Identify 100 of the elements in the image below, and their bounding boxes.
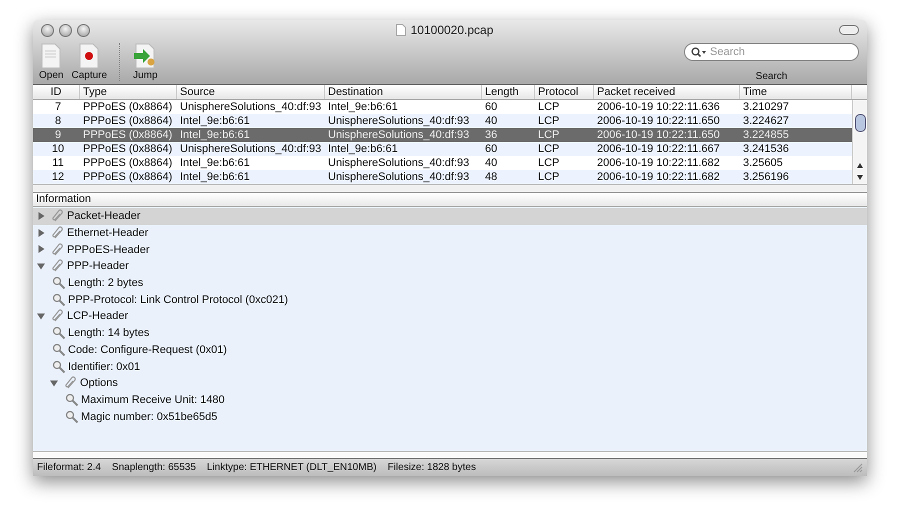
magnifier-icon <box>65 392 79 407</box>
magnifier-icon <box>52 326 66 340</box>
tree-item-label: PPP-Protocol: Link Control Protocol (0xc021) <box>68 294 288 306</box>
paperclip-icon <box>51 209 65 224</box>
column-header[interactable]: Time <box>740 85 852 99</box>
tree-row[interactable]: LCP-Header <box>33 308 867 325</box>
table-cell-text: UnisphereSolutions_40:df:93 <box>179 100 322 114</box>
toolbar-button[interactable]: Open <box>39 43 64 81</box>
paperclip-icon <box>51 309 65 324</box>
document-icon <box>39 43 64 69</box>
table-cell-text: Intel_9e:b6:61 <box>179 114 251 128</box>
table-cell-text: 3.241536 <box>742 142 790 156</box>
table-row[interactable]: 12 PPPoES (0x8864) Intel_9e:b6:61 UnisphereSolutions_40:df:93 48 LCP 2006-10-19 10:22:11.682 3.256196 <box>33 170 852 184</box>
status-text: Linktype: ETHERNET (DLT_EN10MB) <box>206 462 377 473</box>
paperclip-icon <box>51 242 65 257</box>
search-icon <box>691 47 707 57</box>
table-cell-text: 2006-10-19 10:22:11.682 <box>596 170 721 184</box>
tree-row[interactable]: Ethernet-Header <box>33 224 867 242</box>
table-cell-text: 60 <box>484 100 498 114</box>
table-cell-text: UnisphereSolutions_40:df:93 <box>179 142 322 156</box>
column-header[interactable]: Length <box>482 85 535 99</box>
scrollbar[interactable] <box>852 100 867 184</box>
minimize-button[interactable] <box>59 24 72 36</box>
table-cell-text: Intel_9e:b6:61 <box>179 170 251 184</box>
disclosure-triangle-icon[interactable] <box>37 312 46 321</box>
table-cell-text: LCP <box>537 170 560 184</box>
close-button[interactable] <box>41 24 54 36</box>
tree-item-label: PPP-Header <box>67 260 129 272</box>
tree-row[interactable]: Maximum Receive Unit: 1480 <box>33 392 867 408</box>
table-cell-text: Intel_9e:b6:61 <box>327 142 399 156</box>
tree-item-label: Length: 2 bytes <box>68 277 144 290</box>
table-cell-text: UnisphereSolutions_40:df:93 <box>327 170 470 184</box>
tree-row[interactable]: Length: 2 bytes <box>33 274 867 292</box>
search-field[interactable]: Search <box>684 43 859 61</box>
paperclip-icon <box>64 376 78 390</box>
tree-row[interactable]: PPP-Protocol: Link Control Protocol (0xc021) <box>33 291 867 308</box>
toolbar-toggle-button[interactable] <box>839 25 859 35</box>
magnifier-icon <box>52 360 66 374</box>
table-cell-text: LCP <box>537 142 560 156</box>
column-header[interactable]: Packet received <box>594 85 740 99</box>
disclosure-triangle-icon[interactable] <box>37 245 46 254</box>
tree-item-label: Ethernet-Header <box>67 227 148 240</box>
tree-row[interactable]: Options <box>33 374 867 392</box>
table-cell-text: UnisphereSolutions_40:df:93 <box>327 156 470 170</box>
table-cell-text: Intel_9e:b6:61 <box>179 156 251 170</box>
table-row[interactable]: 9 PPPoES (0x8864) Intel_9e:b6:61 UnisphereSolutions_40:df:93 36 LCP 2006-10-19 10:22:11.650 3.224855 <box>33 128 852 142</box>
resize-grip-icon[interactable] <box>853 462 863 472</box>
table-cell-text: 3.210297 <box>742 100 790 114</box>
tree-item-label: Code: Configure-Request (0x01) <box>68 344 227 356</box>
tree-item-label: Packet-Header <box>67 210 140 222</box>
table-cell-text: 60 <box>484 142 498 156</box>
table-cell-text: LCP <box>537 128 560 142</box>
tree-row[interactable]: Packet-Header <box>33 208 867 225</box>
table-cell-text: 3.224855 <box>742 128 790 142</box>
column-header[interactable]: Source <box>177 85 325 99</box>
tree-item-label: Identifier: 0x01 <box>68 360 140 373</box>
tree-item-label: PPPoES-Header <box>67 244 150 256</box>
table-cell-text: 10 <box>50 142 66 156</box>
tree-row[interactable]: PPP-Header <box>33 258 867 275</box>
table-cell-text: 9 <box>54 128 62 142</box>
tree-row[interactable]: PPPoES-Header <box>33 241 867 258</box>
tree-row[interactable]: Magic number: 0x51be65d5 <box>33 408 867 425</box>
tree-item-label: LCP-Header <box>67 310 128 322</box>
disclosure-triangle-icon[interactable] <box>37 212 46 221</box>
table-cell-text: PPPoES (0x8864) <box>82 170 174 184</box>
paperclip-icon <box>51 226 65 240</box>
magnifier-icon <box>52 276 66 290</box>
table-cell-text: 2006-10-19 10:22:11.636 <box>596 100 721 114</box>
window-title: 10100020.pcap <box>410 23 494 37</box>
zoom-button[interactable] <box>77 24 90 36</box>
tree-row[interactable]: Identifier: 0x01 <box>33 358 867 375</box>
table-cell-text: 2006-10-19 10:22:11.667 <box>596 142 721 156</box>
toolbar-button[interactable]: Capture <box>71 43 108 81</box>
table-cell-text: PPPoES (0x8864) <box>82 100 174 114</box>
table-row[interactable]: 8 PPPoES (0x8864) Intel_9e:b6:61 UnisphereSolutions_40:df:93 40 LCP 2006-10-19 10:22:11.650 3.224627 <box>33 114 852 128</box>
search-label: Search <box>756 71 788 82</box>
table-cell-text: PPPoES (0x8864) <box>82 156 174 170</box>
table-cell-text: 3.224627 <box>742 114 790 128</box>
table-cell-text: LCP <box>537 156 560 170</box>
tree-item-label: Magic number: 0x51be65d5 <box>81 410 218 423</box>
tree-row[interactable]: Length: 14 bytes <box>33 324 867 342</box>
table-cell-text: 2006-10-19 10:22:11.682 <box>596 156 721 170</box>
toolbar-button[interactable]: Jump <box>133 43 158 81</box>
table-cell-text: UnisphereSolutions_40:df:93 <box>327 114 470 128</box>
disclosure-triangle-icon[interactable] <box>50 378 59 388</box>
scroll-thumb[interactable] <box>854 114 866 132</box>
paperclip-icon <box>51 259 65 274</box>
table-cell-text: 40 <box>484 114 498 128</box>
table-cell-text: PPPoES (0x8864) <box>82 142 174 156</box>
table-cell-text: PPPoES (0x8864) <box>82 128 174 142</box>
column-header[interactable]: Type <box>80 85 177 99</box>
disclosure-triangle-icon[interactable] <box>37 262 46 271</box>
disclosure-triangle-icon[interactable] <box>37 228 46 238</box>
table-cell-text: 3.256196 <box>742 170 790 184</box>
column-header[interactable]: Destination <box>325 85 482 99</box>
table-cell-text: 40 <box>484 156 498 170</box>
tree-row[interactable]: Code: Configure-Request (0x01) <box>33 342 867 358</box>
table-row[interactable]: 10 PPPoES (0x8864) UnisphereSolutions_40:df:93 Intel_9e:b6:61 60 LCP 2006-10-19 10:22:11.667 3.241536 <box>33 142 852 156</box>
column-header[interactable]: ID <box>33 85 80 99</box>
column-header[interactable]: Protocol <box>535 85 594 99</box>
